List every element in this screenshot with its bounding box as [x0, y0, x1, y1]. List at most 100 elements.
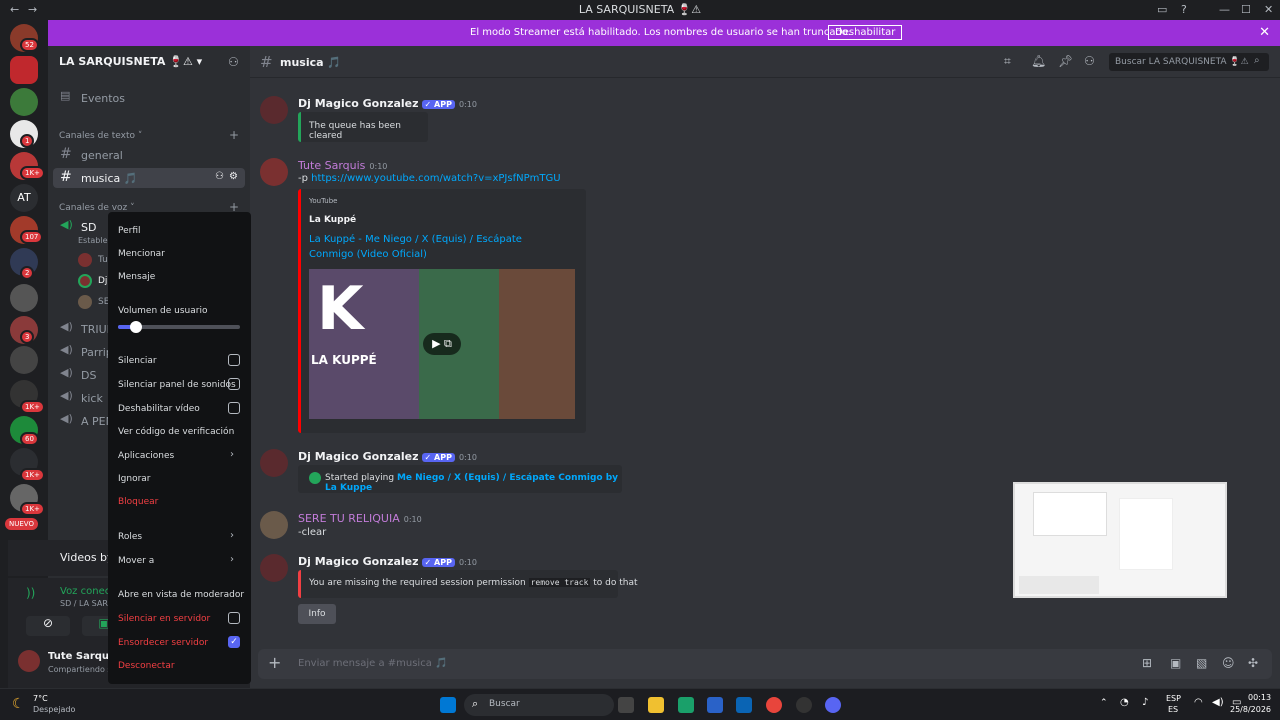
channel-musica[interactable]: # musica 🎵 ⚇ ⚙ [53, 168, 245, 188]
mute-soundboard-checkbox[interactable] [228, 378, 240, 390]
emoji-icon[interactable]: ☺ [1222, 656, 1235, 670]
add-attachment-icon[interactable]: + [268, 653, 281, 672]
close-window-icon[interactable]: ✕ [1264, 3, 1273, 16]
message-author[interactable]: Tute Sarquis 0:10 [298, 159, 387, 172]
message-composer[interactable]: + Enviar mensaje a #musica 🎵 ⊞ ▣ ▧ ☺ ✣ [258, 649, 1272, 679]
menu-item-disable-video[interactable]: Deshabilitar vídeo [118, 404, 200, 414]
menu-item-block[interactable]: Bloquear [118, 497, 158, 507]
menu-item-server-mute[interactable]: Silenciar en servidor [118, 614, 210, 624]
invite-icon[interactable]: ⚇ [215, 171, 224, 182]
video-thumbnail[interactable]: K LA KUPPÉ ▶ ⧉ [309, 269, 575, 419]
menu-item-message[interactable]: Mensaje [118, 272, 155, 282]
server-name[interactable]: LA SARQUISNETA 🍷⚠ ▾ [59, 55, 202, 68]
close-icon[interactable]: ✕ [1259, 25, 1270, 40]
store-icon[interactable] [707, 697, 723, 713]
voice-user[interactable]: Tu [98, 255, 108, 265]
server-icon[interactable] [10, 284, 38, 312]
play-icon[interactable]: ▶ ⧉ [423, 333, 461, 355]
task-view-icon[interactable] [618, 697, 634, 713]
chrome-icon[interactable] [766, 697, 782, 713]
start-icon[interactable] [440, 697, 456, 713]
avatar[interactable] [78, 274, 92, 288]
obs-icon[interactable] [796, 697, 812, 713]
server-icon[interactable] [10, 346, 38, 374]
avatar[interactable] [260, 511, 288, 539]
avatar[interactable] [18, 650, 40, 672]
mute-checkbox[interactable] [228, 354, 240, 366]
info-button[interactable]: Info [298, 604, 336, 624]
minimize-icon[interactable]: — [1219, 3, 1230, 16]
language-indicator[interactable]: ESP [1166, 694, 1181, 703]
discord-icon[interactable] [825, 697, 841, 713]
menu-item-verify-code[interactable]: Ver código de verificación [118, 427, 234, 437]
channel-general[interactable]: # general [53, 145, 245, 165]
menu-item-ignore[interactable]: Ignorar [118, 474, 151, 484]
youtube-link[interactable]: https://www.youtube.com/watch?v=xPJsfNPm… [311, 173, 560, 184]
invite-icon[interactable]: ⚇ [228, 55, 239, 69]
threads-icon[interactable]: ⌗ [1004, 54, 1011, 69]
mail-icon[interactable] [736, 697, 752, 713]
server-mute-checkbox[interactable] [228, 612, 240, 624]
taskbar-search[interactable]: ⌕ Buscar [464, 694, 614, 716]
events-item[interactable]: ▤ Eventos [53, 88, 245, 108]
avatar[interactable] [260, 554, 288, 582]
clock-date[interactable]: 25/8/2026 [1230, 705, 1271, 714]
avatar[interactable] [260, 96, 288, 124]
disable-streamer-button[interactable]: Deshabilitar [828, 25, 903, 40]
menu-item-mute[interactable]: Silenciar [118, 356, 157, 366]
text-category[interactable]: Canales de texto ˅ [59, 131, 142, 141]
help-icon[interactable]: ? [1181, 3, 1187, 16]
bell-icon[interactable]: 🔔︎ [1031, 54, 1046, 68]
menu-item-disconnect[interactable]: Desconectar [118, 661, 175, 671]
server-icon-at[interactable]: AT [10, 184, 38, 212]
wifi-icon[interactable]: ◠ [1194, 697, 1203, 708]
menu-item-mute-soundboard[interactable]: Silenciar panel de sonidos [118, 380, 236, 390]
sticker-icon[interactable]: ▧ [1196, 656, 1207, 670]
menu-item-mention[interactable]: Mencionar [118, 249, 165, 259]
search-input[interactable]: Buscar LA SARQUISNETA 🍷⚠ ⌕ [1109, 53, 1269, 71]
network-icon[interactable]: ◔ [1120, 697, 1129, 708]
voice-user[interactable]: Dj [98, 276, 107, 286]
youtube-embed: YouTube La Kuppé La Kuppé - Me Niego / X… [298, 189, 586, 433]
avatar[interactable] [78, 295, 92, 309]
inbox-icon[interactable]: ▭ [1157, 3, 1167, 16]
menu-item-move-to[interactable]: Mover a [118, 556, 154, 566]
add-channel-icon[interactable]: + [229, 128, 239, 142]
folder-icon[interactable] [648, 697, 664, 713]
gif-icon[interactable]: ▣ [1170, 656, 1181, 670]
video-off-button[interactable]: ⊘ [26, 616, 70, 636]
volume-handle[interactable] [130, 321, 143, 333]
voice-status-sub: Establec [78, 236, 112, 245]
screen-preview[interactable] [1013, 482, 1227, 598]
avatar[interactable] [260, 449, 288, 477]
server-icon[interactable] [10, 88, 38, 116]
disable-video-checkbox[interactable] [228, 402, 240, 414]
pin-icon[interactable]: 📌︎ [1058, 54, 1073, 68]
mic-icon[interactable]: ♪ [1142, 697, 1148, 708]
members-icon[interactable]: ⚇ [1084, 54, 1095, 68]
apps-icon[interactable]: ✣ [1248, 656, 1258, 670]
maximize-icon[interactable]: ☐ [1241, 3, 1251, 16]
user-status: Compartiendo s [48, 665, 112, 674]
avatar[interactable] [78, 253, 92, 267]
gear-icon[interactable]: ⚙ [229, 171, 238, 182]
menu-item-profile[interactable]: Perfil [118, 226, 141, 236]
embed-title-link[interactable]: La Kuppé - Me Niego / X (Equis) / Escápa… [309, 232, 569, 262]
server-deafen-checkbox[interactable]: ✓ [228, 636, 240, 648]
volume-slider[interactable] [118, 321, 240, 333]
menu-item-server-deafen[interactable]: Ensordecer servidor [118, 638, 208, 648]
message-author[interactable]: Dj Magico Gonzalez ✓ APP 0:10 [298, 97, 477, 110]
menu-item-apps[interactable]: Aplicaciones [118, 451, 174, 461]
message-author[interactable]: Dj Magico Gonzalez ✓ APP 0:10 [298, 555, 477, 568]
message-author[interactable]: SERE TU RELIQUIA 0:10 [298, 512, 422, 525]
menu-item-roles[interactable]: Roles [118, 532, 142, 542]
edge-icon[interactable] [678, 697, 694, 713]
message-author[interactable]: Dj Magico Gonzalez ✓ APP 0:10 [298, 450, 477, 463]
gift-icon[interactable]: ⊞ [1142, 656, 1152, 670]
clock-time[interactable]: 00:13 [1248, 693, 1271, 702]
avatar[interactable] [260, 158, 288, 186]
volume-icon[interactable]: ◀) [1212, 697, 1224, 708]
server-icon[interactable] [10, 56, 38, 84]
chevron-up-icon[interactable]: ⌃ [1100, 698, 1108, 708]
menu-item-mod-view[interactable]: Abre en vista de moderador [118, 590, 244, 600]
